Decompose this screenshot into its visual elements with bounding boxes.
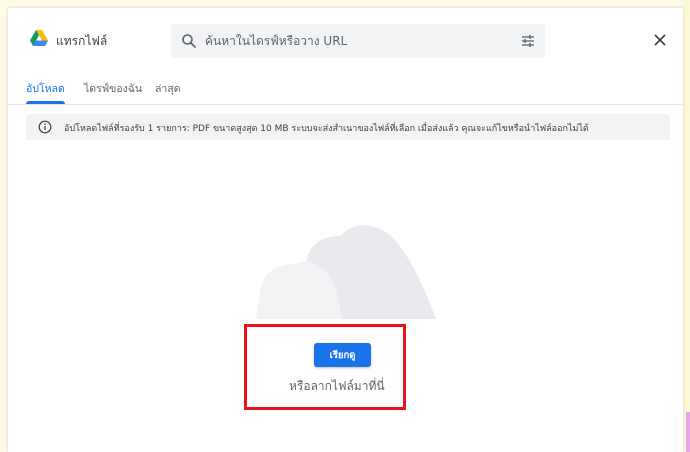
highlight-box xyxy=(244,324,406,410)
tab-upload-label: อัปโหลด xyxy=(26,83,65,95)
search-icon[interactable] xyxy=(181,33,197,49)
cloud-icon xyxy=(256,225,436,319)
google-drive-icon xyxy=(30,30,48,46)
tab-my-drive[interactable]: ไดรฟ์ของฉัน xyxy=(84,80,142,104)
background-accent xyxy=(686,412,690,452)
browse-button[interactable]: เรียกดู xyxy=(314,343,371,367)
tab-my-drive-label: ไดรฟ์ของฉัน xyxy=(84,83,143,95)
info-banner: อัปโหลดไฟล์ที่รองรับ 1 รายการ: PDF ขนาดส… xyxy=(26,114,670,140)
search-input[interactable] xyxy=(205,29,505,53)
background-strip xyxy=(684,0,690,452)
tab-upload[interactable]: อัปโหลด xyxy=(26,80,65,104)
info-icon xyxy=(38,120,52,134)
dialog-title: แทรกไฟล์ xyxy=(56,34,108,48)
insert-file-dialog: แทรกไฟล์ อัปโหลด xyxy=(8,8,683,452)
drag-drop-hint: หรือลากไฟล์มาที่นี่ xyxy=(289,379,385,393)
dialog-header: แทรกไฟล์ xyxy=(8,8,683,70)
filter-sliders-icon[interactable] xyxy=(520,33,536,49)
info-text: อัปโหลดไฟล์ที่รองรับ 1 รายการ: PDF ขนาดส… xyxy=(64,124,589,134)
search-bar[interactable] xyxy=(171,24,545,58)
tab-recent[interactable]: ล่าสุด xyxy=(155,80,181,104)
tab-recent-label: ล่าสุด xyxy=(155,83,181,95)
tab-bar: อัปโหลด ไดรฟ์ของฉัน ล่าสุด xyxy=(8,76,683,104)
close-icon[interactable] xyxy=(652,32,668,48)
tab-divider xyxy=(8,104,683,105)
